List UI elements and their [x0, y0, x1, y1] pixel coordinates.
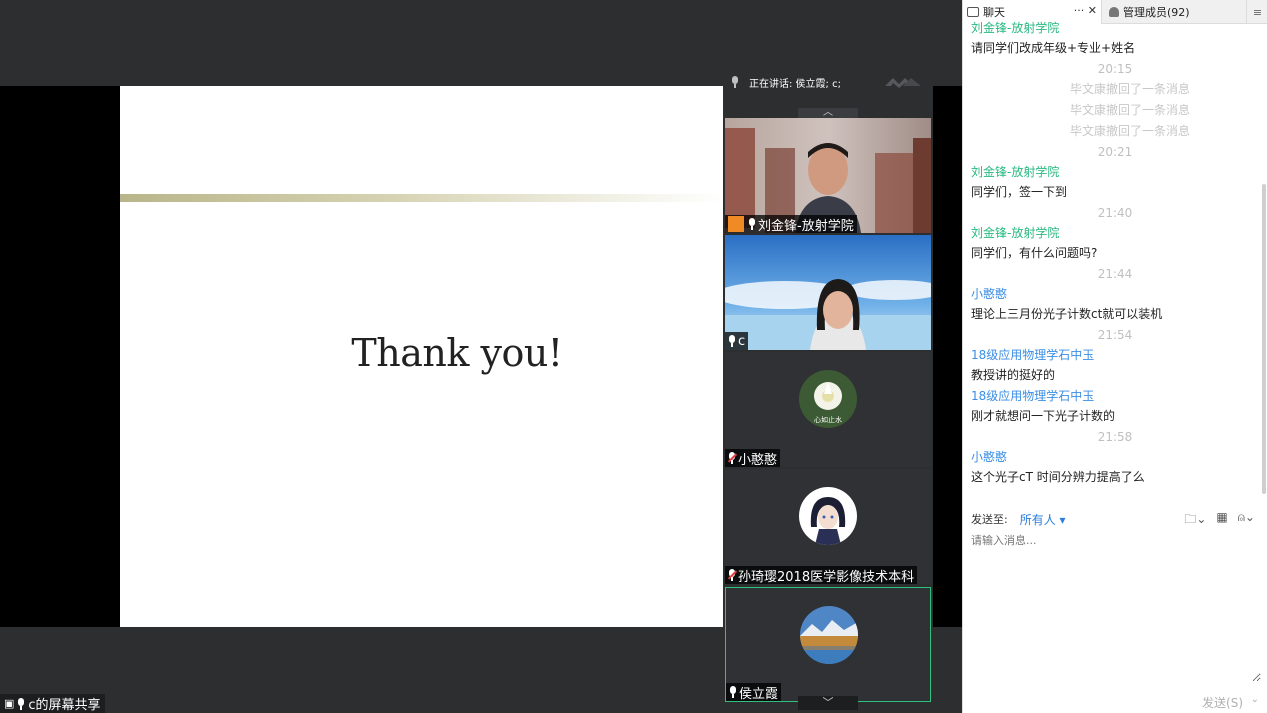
tab-chat-actions[interactable]: ··· ✕ [1074, 4, 1097, 17]
video-gallery: 正在讲话: 侯立霞; c; ︿ 刘金锋-放射学院 c 心如止水 小憨憨 孙琦璎2… [723, 70, 933, 713]
message-timestamp: 20:15 [1097, 62, 1133, 76]
send-options-chevron-icon[interactable]: ⌄ [1251, 694, 1259, 705]
app-logo-icon [885, 78, 921, 88]
message-timestamp: 21:54 [1097, 328, 1133, 342]
message-text: 请同学们改成年级+专业+姓名 [971, 41, 1136, 55]
host-badge-icon [728, 216, 744, 232]
mic-icon [17, 697, 25, 710]
message-timestamp: 21:44 [1097, 267, 1133, 281]
mic-muted-icon [727, 452, 738, 464]
video-tile-c[interactable]: c [725, 235, 931, 350]
message-input[interactable] [971, 532, 1261, 682]
presentation-slide: Thank you! [120, 86, 723, 627]
participant-name: 小憨憨 [738, 452, 778, 468]
message-timestamp: 21:58 [1097, 430, 1133, 444]
gallery-scroll-down-button[interactable]: ﹀ [798, 696, 858, 710]
video-tile-hou[interactable]: 侯立霞 [725, 587, 931, 702]
message-text: 这个光子cT 时间分辨力提高了么 [971, 470, 1145, 484]
screen-share-icon: ▣ [4, 697, 15, 710]
system-notice: 毕文康撤回了一条消息 [1069, 82, 1190, 96]
chat-panel: 聊天 ··· ✕ 管理成员(92) ≡ 刘金锋-放射学院 请同学们改成年级+专业+… [962, 0, 1267, 713]
participant-name: 孙琦璎2018医学影像技术本科 [738, 569, 915, 585]
video-tile-liu[interactable]: 刘金锋-放射学院 [725, 118, 931, 233]
participant-name-tag: 侯立霞 [726, 683, 782, 702]
message-sender[interactable]: 18级应用物理学石中玉 [971, 345, 1259, 365]
composer-tools: 🗀⌄ ▦ ⍝⌄ [1184, 510, 1255, 531]
message-sender[interactable]: 刘金锋-放射学院 [971, 223, 1259, 243]
message-sender[interactable]: 小憨憨 [971, 284, 1259, 304]
screen-share-label: ▣ c的屏幕共享 [0, 694, 105, 713]
camera-feed-image [725, 235, 931, 350]
avatar: 心如止水 [799, 370, 857, 428]
participant-name: c [738, 333, 746, 349]
avatar [800, 606, 858, 664]
participant-name: 刘金锋-放射学院 [758, 218, 854, 234]
participant-name-tag: 小憨憨 [725, 449, 781, 468]
send-to-label: 发送至: [971, 513, 1008, 526]
avatar [799, 487, 857, 545]
send-target-row: 发送至: 所有人 ▾ 🗀⌄ ▦ ⍝⌄ [971, 510, 1261, 528]
message-text: 同学们，签一下到 [971, 185, 1068, 199]
speaking-indicator: 正在讲话: 侯立霞; c; [723, 70, 933, 94]
mic-icon [729, 686, 737, 698]
system-notice: 毕文康撤回了一条消息 [1069, 103, 1190, 117]
mic-icon [728, 335, 736, 347]
calendar-icon[interactable]: ▦ [1216, 510, 1227, 531]
message-sender[interactable]: 刘金锋-放射学院 [971, 18, 1259, 38]
message-text: 同学们，有什么问题吗? [971, 246, 1098, 260]
participant-name: 侯立霞 [739, 686, 779, 702]
person-icon [1109, 7, 1119, 17]
folder-icon[interactable]: 🗀⌄ [1184, 510, 1206, 531]
message-sender[interactable]: 刘金锋-放射学院 [971, 162, 1259, 182]
screen-share-owner: c的屏幕共享 [28, 698, 101, 713]
message-timestamp: 20:21 [1097, 145, 1133, 159]
meeting-window: Thank you! ▣ c的屏幕共享 正在讲话: 侯立霞; c; ︿ 刘金锋-… [0, 0, 1267, 713]
mic-icon [731, 76, 739, 88]
mic-icon [748, 218, 756, 230]
chat-scrollbar[interactable] [1262, 184, 1266, 494]
person-select-icon[interactable]: ⍝⌄ [1238, 510, 1255, 531]
send-button[interactable]: 发送(S) [1202, 694, 1243, 711]
send-target-dropdown[interactable]: 所有人 ▾ [1020, 511, 1066, 528]
message-text: 教授讲的挺好的 [971, 368, 1056, 382]
video-tile-xiaohanhan[interactable]: 心如止水 小憨憨 [725, 352, 931, 467]
slide-title: Thank you! [351, 331, 563, 375]
chat-bubble-icon [967, 7, 979, 17]
svg-text:心如止水: 心如止水 [814, 415, 842, 424]
system-notice: 毕文康撤回了一条消息 [1069, 124, 1190, 138]
message-sender[interactable]: 18级应用物理学石中玉 [971, 386, 1259, 406]
message-text: 刚才就想问一下光子计数的 [971, 409, 1116, 423]
mic-muted-icon [727, 569, 738, 581]
speaking-label: 正在讲话: 侯立霞; c; [749, 78, 841, 90]
message-text: 理论上三月份光子计数ct就可以装机 [971, 307, 1163, 321]
video-tile-sun[interactable]: 孙琦璎2018医学影像技术本科 [725, 469, 931, 584]
participant-name-tag: c [725, 332, 749, 350]
chat-message-list: 刘金锋-放射学院 请同学们改成年级+专业+姓名 20:15 毕文康撤回了一条消息 毕文康… [963, 18, 1259, 494]
message-sender[interactable]: 小憨憨 [971, 447, 1259, 467]
participant-name-tag: 孙琦璎2018医学影像技术本科 [725, 566, 918, 585]
message-timestamp: 21:40 [1097, 206, 1133, 220]
participant-name-tag: 刘金锋-放射学院 [725, 215, 857, 233]
slide-decor-stripe [120, 194, 723, 202]
